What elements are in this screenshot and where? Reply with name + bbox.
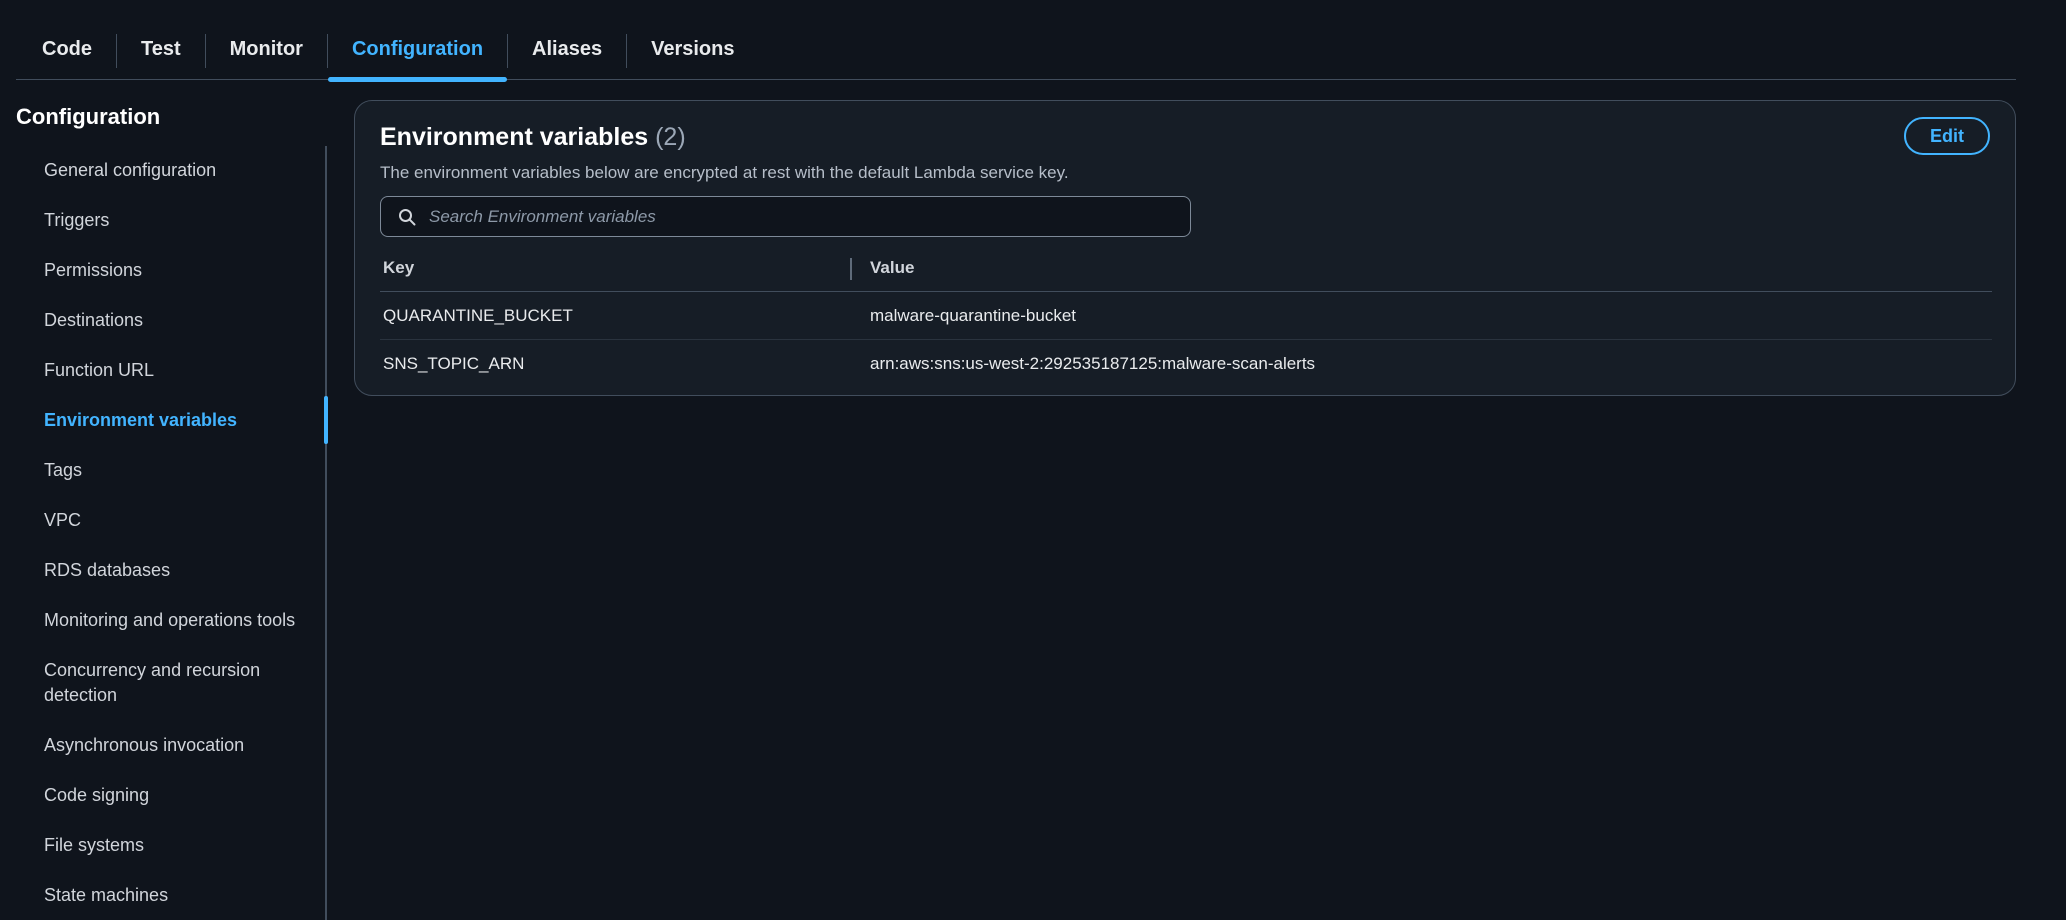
table-row: SNS_TOPIC_ARN arn:aws:sns:us-west-2:2925… — [380, 340, 1992, 388]
panel-title: Environment variables (2) — [380, 123, 686, 152]
environment-variables-panel: Environment variables (2) The environmen… — [354, 100, 2016, 396]
env-key: QUARANTINE_BUCKET — [383, 306, 573, 325]
table-header: Key Value — [380, 247, 1992, 292]
sidebar-item-state-machines[interactable]: State machines — [44, 883, 168, 908]
sidebar-item-function-url[interactable]: Function URL — [44, 358, 154, 383]
tab-configuration[interactable]: Configuration — [327, 22, 508, 82]
tab-test[interactable]: Test — [117, 22, 205, 80]
edit-button[interactable]: Edit — [1904, 117, 1990, 155]
env-variables-table: Key Value QUARANTINE_BUCKET malware-quar… — [380, 247, 1992, 388]
sidebar-item-concurrency[interactable]: Concurrency and recursion detection — [44, 658, 304, 708]
search-icon — [397, 207, 417, 227]
sidebar-item-file-systems[interactable]: File systems — [44, 833, 144, 858]
column-header-key[interactable]: Key — [383, 258, 414, 278]
column-resize-handle[interactable] — [850, 258, 852, 280]
env-value: arn:aws:sns:us-west-2:292535187125:malwa… — [870, 354, 1316, 373]
function-tabs: Code Test Monitor Configuration Aliases … — [16, 22, 2016, 82]
sidebar-item-destinations[interactable]: Destinations — [44, 308, 143, 333]
sidebar-item-asynchronous-invocation[interactable]: Asynchronous invocation — [44, 733, 244, 758]
env-key: SNS_TOPIC_ARN — [383, 354, 525, 373]
tab-aliases[interactable]: Aliases — [508, 22, 626, 80]
column-header-value[interactable]: Value — [870, 258, 914, 278]
sidebar-item-rds-databases[interactable]: RDS databases — [44, 558, 170, 583]
sidebar-title: Configuration — [16, 104, 161, 129]
panel-description: The environment variables below are encr… — [380, 163, 1069, 182]
sidebar-active-indicator — [324, 396, 328, 444]
panel-title-text: Environment variables — [380, 123, 649, 151]
tab-monitor[interactable]: Monitor — [206, 22, 327, 80]
sidebar-item-vpc[interactable]: VPC — [44, 508, 81, 533]
sidebar-item-tags[interactable]: Tags — [44, 458, 82, 483]
sidebar-rail — [325, 146, 327, 920]
sidebar-item-environment-variables[interactable]: Environment variables — [44, 408, 237, 433]
tab-code[interactable]: Code — [16, 22, 116, 80]
env-value: malware-quarantine-bucket — [870, 306, 1076, 325]
search-box — [380, 196, 1191, 237]
sidebar-item-triggers[interactable]: Triggers — [44, 208, 109, 233]
tab-versions[interactable]: Versions — [627, 22, 758, 80]
sidebar-item-general-configuration[interactable]: General configuration — [44, 158, 216, 183]
sidebar-item-permissions[interactable]: Permissions — [44, 258, 142, 283]
table-row: QUARANTINE_BUCKET malware-quarantine-buc… — [380, 292, 1992, 340]
sidebar-item-code-signing[interactable]: Code signing — [44, 783, 149, 808]
search-input[interactable] — [427, 198, 1190, 235]
variable-count: (2) — [655, 123, 686, 151]
sidebar-item-monitoring-tools[interactable]: Monitoring and operations tools — [44, 608, 295, 633]
